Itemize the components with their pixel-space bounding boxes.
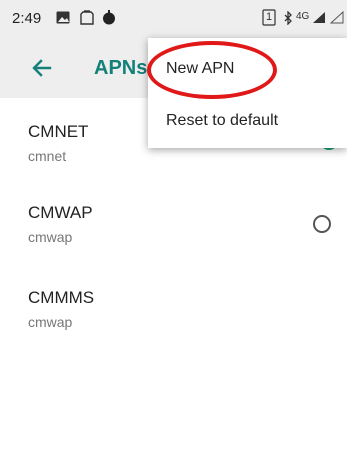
image-icon	[56, 11, 70, 26]
apn-name: CMMMS	[28, 288, 95, 307]
signal-icon	[312, 11, 326, 26]
apn-radio[interactable]	[313, 215, 331, 233]
menu-item-new-apn[interactable]: New APN	[148, 44, 347, 96]
menu-item-label: Reset to default	[166, 112, 279, 129]
signal-4g-label: 4G	[296, 11, 310, 22]
menu-item-label: New APN	[166, 60, 235, 77]
status-time: 2:49	[12, 10, 42, 27]
bluetooth-icon	[283, 10, 293, 27]
apn-value: cmwap	[28, 229, 73, 245]
arrow-left-icon[interactable]	[28, 54, 56, 82]
menu-item-reset-to-default[interactable]: Reset to default	[148, 96, 347, 148]
notification-dot-icon	[102, 10, 116, 27]
screen: 2:49 1 4G APNs CMNET cmnet CMWAP cmwap C…	[0, 0, 347, 460]
apn-list-item[interactable]: CMWAP cmwap	[0, 203, 347, 283]
apn-value: cmnet	[28, 148, 67, 164]
apn-list-item[interactable]: CMMMS cmwap	[0, 288, 347, 368]
apn-name: CMNET	[28, 122, 89, 141]
overflow-menu: New APN Reset to default	[148, 38, 347, 148]
clipboard-icon	[80, 10, 94, 27]
apn-value: cmwap	[28, 314, 73, 330]
apn-name: CMWAP	[28, 203, 93, 222]
page-title: APNs	[94, 57, 148, 79]
battery-icon	[329, 10, 344, 26]
sim-1-label: 1	[266, 11, 273, 23]
status-bar: 2:49 1 4G	[0, 0, 347, 38]
